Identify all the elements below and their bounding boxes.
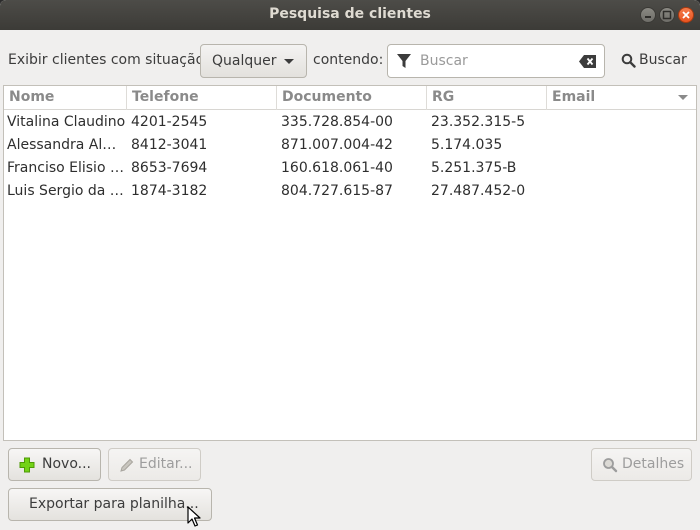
search-button[interactable]: Buscar (614, 44, 690, 78)
detalhes-button[interactable]: Detalhes (591, 448, 692, 481)
cell-telefone: 1874-3182 (131, 183, 208, 199)
window: Pesquisa de clientes Exibir clientes com… (0, 0, 700, 530)
search-icon (621, 53, 636, 68)
sort-arrow-icon (678, 95, 688, 100)
clients-table[interactable]: Nome Telefone Documento RG Email Vitalin… (3, 85, 697, 441)
table-row[interactable]: Alessandra Al… 8412-3041 871.007.004-42 … (4, 134, 696, 157)
cell-documento: 335.728.854-00 (281, 114, 393, 130)
close-icon (682, 11, 690, 19)
column-header-documento[interactable]: Documento (277, 86, 427, 110)
cell-documento: 160.618.061-40 (281, 160, 393, 176)
cell-rg: 23.352.315-5 (431, 114, 526, 130)
column-header-email-label: Email (552, 89, 596, 105)
editar-button-label: Editar... (139, 456, 193, 472)
table-row[interactable]: Franciso Elisio … 8653-7694 160.618.061-… (4, 157, 696, 180)
situacao-label: Exibir clientes com situação (8, 52, 205, 68)
contendo-label: contendo: (313, 52, 384, 68)
mouse-cursor-icon (187, 506, 201, 527)
detalhes-button-label: Detalhes (622, 456, 685, 472)
cell-nome: Luis Sergio da … (7, 183, 124, 199)
search-button-label: Buscar (639, 52, 687, 68)
window-title: Pesquisa de clientes (269, 6, 431, 22)
cell-rg: 27.487.452-0 (431, 183, 526, 199)
cell-documento: 804.727.615-87 (281, 183, 393, 199)
table-row[interactable]: Vitalina Claudino 4201-2545 335.728.854-… (4, 111, 696, 134)
novo-button[interactable]: Novo... (8, 448, 101, 481)
cell-rg: 5.174.035 (431, 137, 503, 153)
maximize-button[interactable] (659, 7, 675, 23)
editar-button[interactable]: Editar... (108, 448, 201, 481)
close-button[interactable] (678, 7, 694, 23)
cell-rg: 5.251.375-B (431, 160, 517, 176)
title-bar[interactable]: Pesquisa de clientes (0, 0, 700, 30)
magnifier-icon (603, 458, 618, 473)
filter-icon[interactable] (396, 53, 412, 70)
cell-telefone: 8412-3041 (131, 137, 208, 153)
situacao-dropdown[interactable]: Qualquer (200, 44, 307, 78)
column-header-telefone[interactable]: Telefone (127, 86, 277, 110)
maximize-icon (662, 10, 672, 20)
cell-nome: Franciso Elisio … (7, 160, 124, 176)
minimize-button[interactable] (640, 7, 656, 23)
exportar-button[interactable]: Exportar para planilha... (8, 488, 212, 521)
table-row[interactable]: Luis Sergio da … 1874-3182 804.727.615-8… (4, 180, 696, 203)
column-header-rg[interactable]: RG (427, 86, 547, 110)
column-header-email[interactable]: Email (547, 86, 696, 110)
novo-button-label: Novo... (42, 456, 91, 472)
minimize-icon (645, 16, 651, 18)
cell-documento: 871.007.004-42 (281, 137, 393, 153)
cell-telefone: 8653-7694 (131, 160, 208, 176)
chevron-down-icon (284, 59, 294, 64)
situacao-selected-value: Qualquer (212, 53, 277, 69)
cell-telefone: 4201-2545 (131, 114, 208, 130)
exportar-button-label: Exportar para planilha... (29, 496, 199, 512)
pencil-icon (120, 458, 134, 472)
add-icon (19, 457, 35, 473)
clear-icon[interactable] (579, 55, 596, 68)
column-header-nome[interactable]: Nome (4, 86, 127, 110)
cell-nome: Vitalina Claudino (7, 114, 126, 130)
search-input[interactable] (418, 51, 568, 71)
search-field[interactable] (387, 44, 605, 78)
table-header: Nome Telefone Documento RG Email (4, 86, 696, 110)
cell-nome: Alessandra Al… (7, 137, 117, 153)
